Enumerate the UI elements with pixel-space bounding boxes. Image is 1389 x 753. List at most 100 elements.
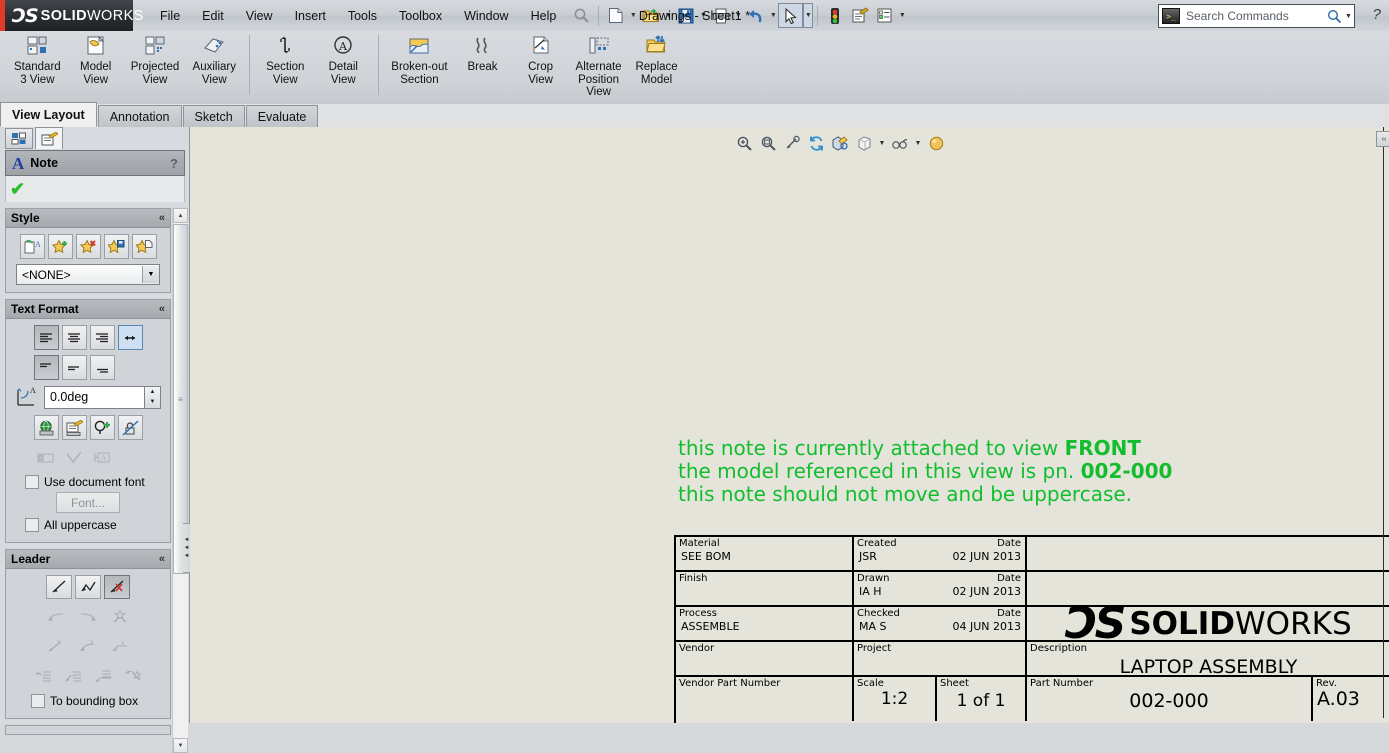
scrollbar-thumb[interactable]: ≡	[173, 224, 188, 574]
crop-view-button[interactable]: Crop View	[512, 31, 570, 86]
group-style-header[interactable]: Style «	[6, 209, 170, 228]
leader-bent-icon[interactable]	[75, 575, 101, 599]
break-button[interactable]: Break	[454, 31, 512, 74]
description-cell[interactable]: Description LAPTOP ASSEMBLY	[1027, 642, 1389, 678]
vendor-part-number-cell[interactable]: Vendor Part Number	[676, 677, 854, 721]
zoom-to-area-icon[interactable]	[757, 133, 779, 153]
leader-text-left-icon[interactable]	[31, 664, 56, 689]
group-leader-header[interactable]: Leader «	[6, 550, 170, 569]
chevron-down-icon[interactable]: ▼	[142, 266, 159, 283]
text-angle-input[interactable]: 0.0deg	[44, 385, 145, 409]
menu-help[interactable]: Help	[520, 4, 568, 28]
open-document-icon[interactable]	[638, 3, 663, 28]
menu-view[interactable]: View	[235, 4, 284, 28]
help-icon[interactable]: ?	[1373, 6, 1381, 23]
group-text-format-header[interactable]: Text Format «	[6, 300, 170, 319]
search-icon[interactable]	[1325, 9, 1343, 24]
menu-file[interactable]: File	[149, 4, 191, 28]
options-dropdown-icon[interactable]: ▼	[897, 3, 907, 28]
chevron-up-icon[interactable]: «	[159, 212, 165, 224]
finish-cell[interactable]: Finish	[676, 572, 854, 605]
part-number-cell[interactable]: Part Number 002-000	[1027, 677, 1313, 721]
align-bottom-icon[interactable]	[89, 355, 115, 380]
undo-dropdown-icon[interactable]: ▼	[768, 3, 778, 28]
save-icon[interactable]	[673, 3, 698, 28]
insert-hyperlink-icon[interactable]	[33, 415, 59, 440]
leader-text-jog-icon[interactable]	[121, 664, 146, 689]
align-left-icon[interactable]	[33, 325, 59, 350]
stepper-up-icon[interactable]: ▲	[145, 387, 160, 398]
scale-cell[interactable]: Scale 1:2	[854, 677, 937, 721]
process-cell[interactable]: Process ASSEMBLE	[676, 607, 854, 640]
apply-style-icon[interactable]: A	[19, 234, 45, 259]
leader-x-underline-icon[interactable]: x	[108, 634, 133, 659]
zoom-to-fit-icon[interactable]	[733, 133, 755, 153]
use-document-font-checkbox[interactable]	[25, 475, 39, 489]
lock-unlock-note-icon[interactable]	[117, 415, 143, 440]
to-bounding-box-row[interactable]: To bounding box	[31, 694, 165, 708]
broken-out-section-button[interactable]: Broken-out Section	[385, 31, 453, 86]
no-leader-icon[interactable]	[104, 575, 130, 599]
file-properties-icon[interactable]	[847, 3, 872, 28]
select-arrow-icon[interactable]	[778, 3, 804, 28]
property-panel-scrollbar[interactable]: ▲ ≡ ▼	[172, 208, 188, 753]
print-dropdown-icon[interactable]: ▼	[733, 3, 743, 28]
display-style-icon[interactable]	[853, 133, 875, 153]
previous-view-icon[interactable]	[781, 133, 803, 153]
use-document-font-row[interactable]: Use document font	[25, 475, 165, 489]
material-cell[interactable]: Material SEE BOM	[676, 537, 854, 570]
drawn-cell[interactable]: Drawn Date IA H 02 JUN 2013	[854, 572, 1027, 605]
insert-datum-feature-icon[interactable]: A	[90, 445, 115, 470]
align-center-icon[interactable]	[61, 325, 87, 350]
add-new-style-icon[interactable]	[47, 234, 73, 259]
all-uppercase-row[interactable]: All uppercase	[25, 518, 165, 532]
stepper-down-icon[interactable]: ▼	[145, 397, 160, 408]
search-input[interactable]: Search Commands	[1186, 9, 1325, 23]
add-symbol-icon[interactable]	[89, 415, 115, 440]
insert-geometric-tolerance-icon[interactable]	[34, 445, 59, 470]
load-style-icon[interactable]	[131, 234, 157, 259]
auxiliary-view-button[interactable]: Auxiliary View	[185, 31, 243, 86]
title-block[interactable]: Material SEE BOM Created Date JSR 02 JUN…	[674, 535, 1389, 723]
new-document-dropdown-icon[interactable]: ▼	[628, 3, 638, 28]
tab-annotation[interactable]: Annotation	[97, 105, 182, 127]
menu-toolbox[interactable]: Toolbox	[388, 4, 453, 28]
to-bounding-box-checkbox[interactable]	[31, 694, 45, 708]
align-right-icon[interactable]	[89, 325, 115, 350]
scroll-up-icon[interactable]: ▲	[173, 208, 188, 223]
ok-check-icon[interactable]: ✔	[10, 180, 25, 198]
new-document-icon[interactable]	[603, 3, 628, 28]
tab-evaluate[interactable]: Evaluate	[245, 105, 319, 127]
align-middle-icon[interactable]	[61, 355, 87, 380]
drawing-canvas[interactable]: ▼ ▼ this note is currently attached to v…	[190, 127, 1389, 723]
help-icon[interactable]: ?	[170, 156, 178, 171]
menu-edit[interactable]: Edit	[191, 4, 235, 28]
save-dropdown-icon[interactable]: ▼	[698, 3, 708, 28]
menu-tools[interactable]: Tools	[337, 4, 388, 28]
align-top-icon[interactable]	[33, 355, 59, 380]
hide-show-dropdown-icon[interactable]: ▼	[913, 133, 923, 153]
created-cell[interactable]: Created Date JSR 02 JUN 2013	[854, 537, 1027, 570]
checked-cell[interactable]: Checked Date MA S 04 JUN 2013	[854, 607, 1027, 640]
chevron-up-icon[interactable]: «	[159, 553, 165, 565]
project-cell[interactable]: Project	[854, 642, 1027, 675]
menu-insert[interactable]: Insert	[284, 4, 337, 28]
vendor-cell[interactable]: Vendor	[676, 642, 854, 675]
print-icon[interactable]	[708, 3, 733, 28]
scroll-down-icon[interactable]: ▼	[173, 738, 188, 753]
replace-model-button[interactable]: Replace Model	[628, 31, 686, 86]
view-orientation-icon[interactable]	[829, 133, 851, 153]
save-style-icon[interactable]	[103, 234, 129, 259]
section-view-button[interactable]: Section View	[256, 31, 314, 86]
multi-jog-leader-icon[interactable]	[108, 604, 133, 629]
leader-right-icon[interactable]	[76, 604, 101, 629]
all-uppercase-checkbox[interactable]	[25, 518, 39, 532]
detail-view-button[interactable]: A Detail View	[314, 31, 372, 86]
feature-manager-tab[interactable]	[5, 128, 33, 149]
options-icon[interactable]	[872, 3, 897, 28]
font-button[interactable]: Font...	[56, 492, 120, 513]
collapse-panel-icon[interactable]: ‹‹	[1376, 131, 1389, 147]
select-dropdown-icon[interactable]: ▼	[803, 3, 814, 28]
drawing-note[interactable]: this note is currently attached to view …	[678, 437, 1172, 506]
chevron-up-icon[interactable]: «	[159, 303, 165, 315]
